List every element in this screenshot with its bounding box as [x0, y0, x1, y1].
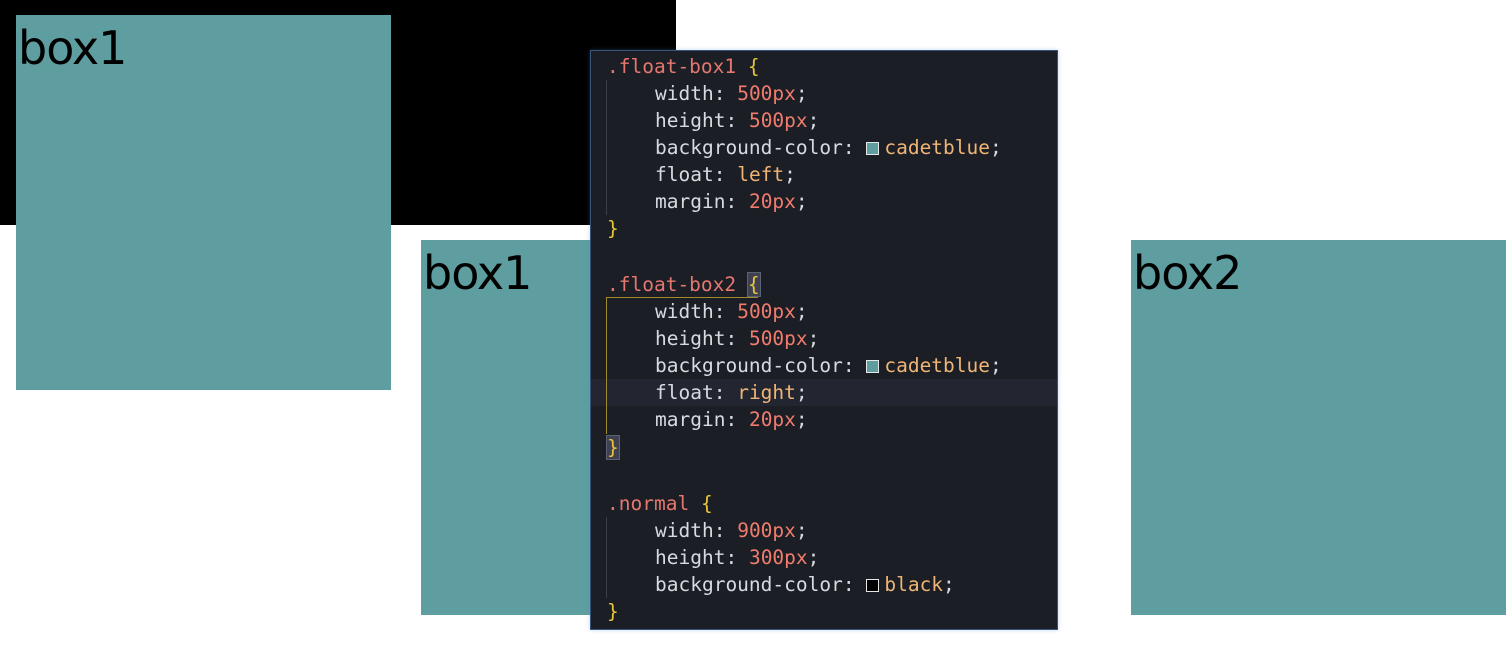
code-line[interactable]: .float-box2 {: [591, 271, 1057, 298]
close-brace-matched: }: [606, 435, 620, 460]
float-box1-preview-wrapped: box1: [421, 240, 590, 615]
code-line[interactable]: background-color: cadetblue;: [591, 352, 1057, 379]
css-value: 20px: [748, 408, 796, 431]
colon: :: [725, 327, 738, 350]
code-line[interactable]: .float-box1 {: [591, 53, 1057, 80]
code-line[interactable]: margin: 20px;: [591, 188, 1057, 215]
colon: :: [713, 381, 726, 404]
css-property: width: [655, 519, 714, 542]
colon: :: [713, 519, 726, 542]
color-swatch-icon[interactable]: [866, 579, 880, 592]
css-value: right: [737, 381, 796, 404]
code-line[interactable]: height: 500px;: [591, 325, 1057, 352]
css-value: 20px: [748, 190, 796, 213]
semicolon: ;: [795, 300, 808, 323]
semicolon: ;: [807, 546, 820, 569]
css-property: width: [655, 82, 714, 105]
css-code-editor[interactable]: .float-box1 { width: 500px; height: 500p…: [590, 50, 1058, 630]
css-property: margin: [655, 190, 726, 213]
colon: :: [842, 573, 855, 596]
semicolon: ;: [795, 519, 808, 542]
colon: :: [842, 354, 855, 377]
semicolon: ;: [807, 327, 820, 350]
code-line[interactable]: margin: 20px;: [591, 406, 1057, 433]
semicolon: ;: [990, 136, 1002, 159]
css-property: height: [655, 327, 726, 350]
css-property: height: [655, 109, 726, 132]
colon: :: [725, 408, 738, 431]
code-line[interactable]: }: [591, 434, 1057, 461]
code-line[interactable]: width: 500px;: [591, 298, 1057, 325]
box-label: box1: [423, 246, 532, 300]
open-brace: {: [747, 55, 760, 78]
css-value: 500px: [748, 109, 808, 132]
semicolon: ;: [784, 163, 796, 186]
code-line[interactable]: height: 500px;: [591, 107, 1057, 134]
code-line[interactable]: width: 900px;: [591, 517, 1057, 544]
colon: :: [725, 546, 738, 569]
css-value: 300px: [748, 546, 808, 569]
css-value: 500px: [737, 300, 796, 323]
css-selector: .float-box2: [607, 273, 737, 296]
box-label: box1: [18, 21, 127, 75]
css-property: float: [655, 163, 714, 186]
colon: :: [842, 136, 855, 159]
css-value: left: [737, 163, 785, 186]
css-value: cadetblue: [884, 354, 991, 377]
semicolon: ;: [795, 82, 808, 105]
box-label: box2: [1133, 246, 1242, 300]
css-value: 500px: [737, 82, 796, 105]
css-property: background-color: [655, 354, 843, 377]
semicolon: ;: [795, 381, 808, 404]
close-brace: }: [607, 217, 619, 240]
css-selector: .float-box1: [607, 55, 737, 78]
code-line[interactable]: height: 300px;: [591, 544, 1057, 571]
code-line[interactable]: background-color: black;: [591, 571, 1057, 598]
float-box2-preview: box2: [1131, 240, 1506, 615]
indent-guide-active: [606, 298, 607, 434]
css-value: cadetblue: [884, 136, 991, 159]
colon: :: [713, 300, 726, 323]
code-line[interactable]: }: [591, 215, 1057, 242]
css-value: 500px: [748, 327, 808, 350]
semicolon: ;: [990, 354, 1002, 377]
color-swatch-icon[interactable]: [866, 142, 880, 155]
close-brace: }: [607, 600, 619, 623]
colon: :: [713, 163, 726, 186]
code-line[interactable]: .normal {: [591, 490, 1057, 517]
code-line[interactable]: float: left;: [591, 161, 1057, 188]
indent-guide: [606, 517, 607, 598]
bracket-scope-line: [606, 297, 758, 298]
css-selector: .normal: [607, 492, 690, 515]
code-line[interactable]: width: 500px;: [591, 80, 1057, 107]
css-property: height: [655, 546, 726, 569]
css-property: margin: [655, 408, 726, 431]
css-property: background-color: [655, 136, 843, 159]
code-line[interactable]: background-color: cadetblue;: [591, 134, 1057, 161]
css-value: black: [884, 573, 944, 596]
indent-guide: [606, 80, 607, 215]
semicolon: ;: [943, 573, 955, 596]
semicolon: ;: [795, 190, 808, 213]
css-property: width: [655, 300, 714, 323]
open-brace: {: [700, 492, 713, 515]
css-value: 900px: [737, 519, 796, 542]
code-line-current[interactable]: float: right;: [591, 379, 1057, 406]
css-property: float: [655, 381, 714, 404]
code-line[interactable]: }: [591, 598, 1057, 625]
colon: :: [713, 82, 726, 105]
float-box1-preview: box1: [16, 15, 391, 390]
semicolon: ;: [807, 109, 820, 132]
open-brace-matched: {: [746, 272, 761, 297]
color-swatch-icon[interactable]: [866, 360, 880, 373]
colon: :: [725, 109, 738, 132]
semicolon: ;: [795, 408, 808, 431]
colon: :: [725, 190, 738, 213]
css-property: background-color: [655, 573, 843, 596]
